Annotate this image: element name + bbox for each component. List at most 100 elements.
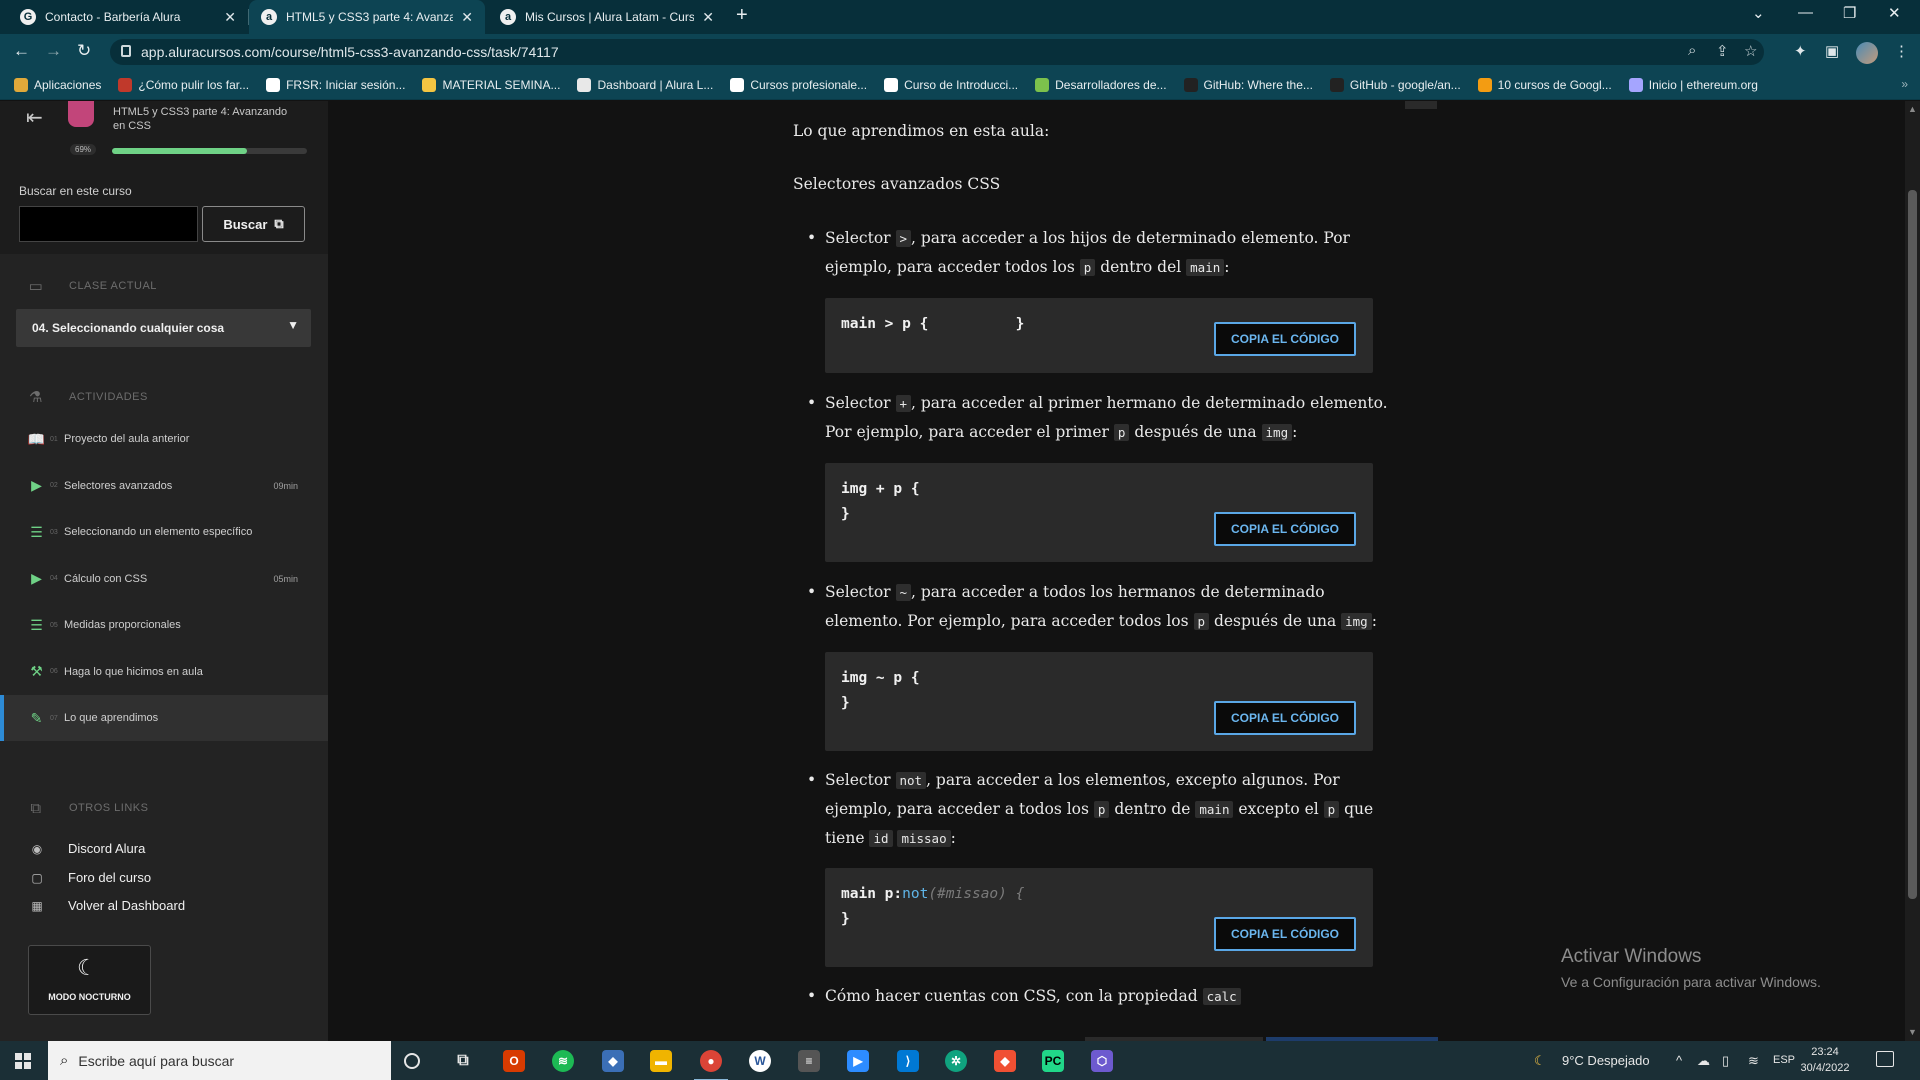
collapse-sidebar-icon[interactable]: ⇤ <box>26 105 43 130</box>
task-view-icon[interactable]: ⧉ <box>452 1050 474 1072</box>
tray-chevron-icon[interactable]: ^ <box>1676 1053 1682 1068</box>
close-tab-icon[interactable]: ✕ <box>461 9 473 26</box>
battery-icon[interactable]: ▯ <box>1722 1053 1729 1069</box>
bookmark-item[interactable]: Dashboard | Alura L... <box>577 77 713 92</box>
bookmark-item[interactable]: Inicio | ethereum.org <box>1628 77 1758 92</box>
close-window-icon[interactable]: ✕ <box>1888 4 1901 22</box>
terminal-icon[interactable]: ≡ <box>798 1050 820 1072</box>
activity-item[interactable]: ☰ 03 Seleccionando un elemento específico <box>0 509 328 555</box>
inline-code: main <box>1186 259 1225 276</box>
bookmark-item[interactable]: Aplicaciones <box>14 77 101 92</box>
page-scrollbar[interactable]: ▲ ▼ <box>1905 101 1920 1041</box>
spotify-icon[interactable]: ≋ <box>552 1050 574 1072</box>
bullet-dot: • <box>807 583 817 601</box>
restore-icon[interactable]: ❐ <box>1843 4 1856 22</box>
copy-code-button[interactable]: COPIA EL CÓDIGO <box>1214 322 1356 356</box>
weather-text[interactable]: 9°C Despejado <box>1562 1053 1650 1068</box>
office-icon[interactable]: O <box>503 1050 525 1072</box>
bullet-text: Selector >, para acceder a los hijos de … <box>825 224 1405 282</box>
activity-item[interactable]: 📖 01 Proyecto del aula anterior <box>0 416 328 462</box>
scroll-up-arrow-icon[interactable]: ▲ <box>1908 104 1917 114</box>
language-indicator[interactable]: ESP <box>1773 1054 1795 1066</box>
tab-contacto[interactable]: G Contacto - Barbería Alura ✕ <box>8 0 248 34</box>
copy-code-button[interactable]: COPIA EL CÓDIGO <box>1214 917 1356 951</box>
bookmarks-overflow-icon[interactable]: » <box>1901 77 1908 91</box>
activity-item[interactable]: ⚒ 06 Haga lo que hicimos en aula <box>0 649 328 695</box>
code-line: img ~ p { <box>841 670 920 686</box>
notification-center-icon[interactable] <box>1876 1051 1894 1067</box>
menu-kebab-icon[interactable]: ⋮ <box>1894 42 1909 60</box>
app-stack-icon[interactable]: ◆ <box>602 1050 624 1072</box>
git-icon[interactable]: ◆ <box>994 1050 1016 1072</box>
dashboard-link[interactable]: ▦ Volver al Dashboard <box>30 898 185 913</box>
bookmark-item[interactable]: GitHub - google/an... <box>1329 77 1461 92</box>
chatgpt-icon[interactable]: ✲ <box>945 1050 967 1072</box>
bookmark-item[interactable]: ¿Cómo pulir los far... <box>118 77 249 92</box>
share-icon[interactable]: ⇪ <box>1716 42 1729 60</box>
vscode-icon[interactable]: ⟩ <box>897 1050 919 1072</box>
new-tab-icon[interactable]: + <box>736 4 748 27</box>
copy-code-button[interactable]: COPIA EL CÓDIGO <box>1214 701 1356 735</box>
copy-code-button[interactable]: COPIA EL CÓDIGO <box>1214 512 1356 546</box>
minimize-icon[interactable]: — <box>1798 4 1813 21</box>
hexagon-app-icon[interactable]: ⬡ <box>1091 1050 1113 1072</box>
back-icon[interactable]: ← <box>13 41 30 61</box>
bookmark-item[interactable]: Curso de Introducci... <box>884 77 1018 92</box>
inline-code: missao <box>897 830 951 847</box>
address-bar[interactable]: app.aluracursos.com/course/html5-css3-av… <box>110 39 1764 65</box>
bookmark-item[interactable]: GitHub: Where the... <box>1183 77 1313 92</box>
forum-link[interactable]: ▢ Foro del curso <box>30 870 151 885</box>
reload-icon[interactable]: ↻ <box>77 41 91 61</box>
tab-mis-cursos[interactable]: a Mis Cursos | Alura Latam - Cursos ✕ <box>488 0 726 34</box>
chrome-icon[interactable]: ● <box>694 1050 728 1080</box>
zoom-icon[interactable]: ⌕ <box>1688 42 1696 59</box>
inline-code: img <box>1341 613 1372 630</box>
weather-moon-icon[interactable]: ☾ <box>1534 1053 1546 1069</box>
current-lesson-label: 04. Seleccionando cualquier cosa <box>32 321 225 335</box>
code-block: main p:not(#missao) { } COPIA EL CÓDIGO <box>825 868 1373 967</box>
activity-label: Lo que aprendimos <box>64 712 159 724</box>
profile-avatar[interactable] <box>1856 42 1878 64</box>
close-tab-icon[interactable]: ✕ <box>224 9 236 26</box>
bookmark-favicon-icon <box>14 77 28 92</box>
tab-html5-css3[interactable]: a HTML5 y CSS3 parte 4: Avanzando ✕ <box>249 0 485 34</box>
night-mode-label: MODO NOCTURNO <box>48 992 131 1002</box>
discord-link[interactable]: ◉ Discord Alura <box>30 841 146 856</box>
wifi-icon[interactable]: ≋ <box>1748 1053 1759 1069</box>
file-explorer-icon[interactable]: ▬ <box>650 1050 672 1072</box>
clock[interactable]: 23:24 30/4/2022 <box>1795 1044 1855 1076</box>
bookmark-item[interactable]: MATERIAL SEMINA... <box>422 77 560 92</box>
bookmark-favicon-icon <box>1329 77 1344 92</box>
onedrive-cloud-icon[interactable]: ☁ <box>1697 1053 1710 1069</box>
course-search-input[interactable] <box>19 206 198 242</box>
bookmark-item[interactable]: 10 cursos de Googl... <box>1477 77 1612 92</box>
taskbar-search-box[interactable]: ⌕ Escribe aquí para buscar <box>48 1041 391 1080</box>
search-button[interactable]: Buscar ⧉ <box>202 206 305 242</box>
close-tab-icon[interactable]: ✕ <box>702 9 714 26</box>
code-line: main > p { } <box>841 316 1025 332</box>
pycharm-icon[interactable]: PC <box>1042 1050 1064 1072</box>
scrollbar-thumb[interactable] <box>1908 190 1917 899</box>
cortana-icon[interactable] <box>404 1053 420 1069</box>
zoom-app-icon[interactable]: ▶ <box>847 1050 869 1072</box>
word-icon[interactable]: W <box>749 1050 771 1072</box>
bookmark-star-icon[interactable]: ☆ <box>1744 42 1757 60</box>
extensions-icon[interactable]: ✦ <box>1794 42 1807 60</box>
activity-item[interactable]: ☰ 05 Medidas proporcionales <box>0 602 328 648</box>
bookmark-item[interactable]: FRSR: Iniciar sesión... <box>266 77 405 92</box>
tab-search-chevron-icon[interactable]: ⌄ <box>1752 4 1765 22</box>
activity-item[interactable]: ▶ 04 Cálculo con CSS 05min <box>0 556 328 602</box>
side-panel-icon[interactable]: ▣ <box>1825 42 1839 60</box>
night-mode-button[interactable]: ☾ MODO NOCTURNO <box>28 945 151 1015</box>
bookmark-item[interactable]: Desarrolladores de... <box>1035 77 1167 92</box>
current-lesson-select[interactable]: 04. Seleccionando cualquier cosa ▼ <box>16 309 311 347</box>
text: : <box>950 829 956 847</box>
activity-item[interactable]: ✎ 07 Lo que aprendimos <box>0 695 328 741</box>
activity-item[interactable]: ▶ 02 Selectores avanzados 09min <box>0 463 328 509</box>
forward-icon[interactable]: → <box>45 41 62 61</box>
windows-activation-watermark: Activar Windows Ve a Configuración para … <box>1561 946 1821 990</box>
scroll-down-arrow-icon[interactable]: ▼ <box>1908 1027 1917 1037</box>
bookmark-item[interactable]: Cursos profesionale... <box>730 77 867 92</box>
windows-start-icon[interactable] <box>15 1053 31 1069</box>
course-title[interactable]: HTML5 y CSS3 parte 4: Avanzando en CSS <box>113 105 293 133</box>
